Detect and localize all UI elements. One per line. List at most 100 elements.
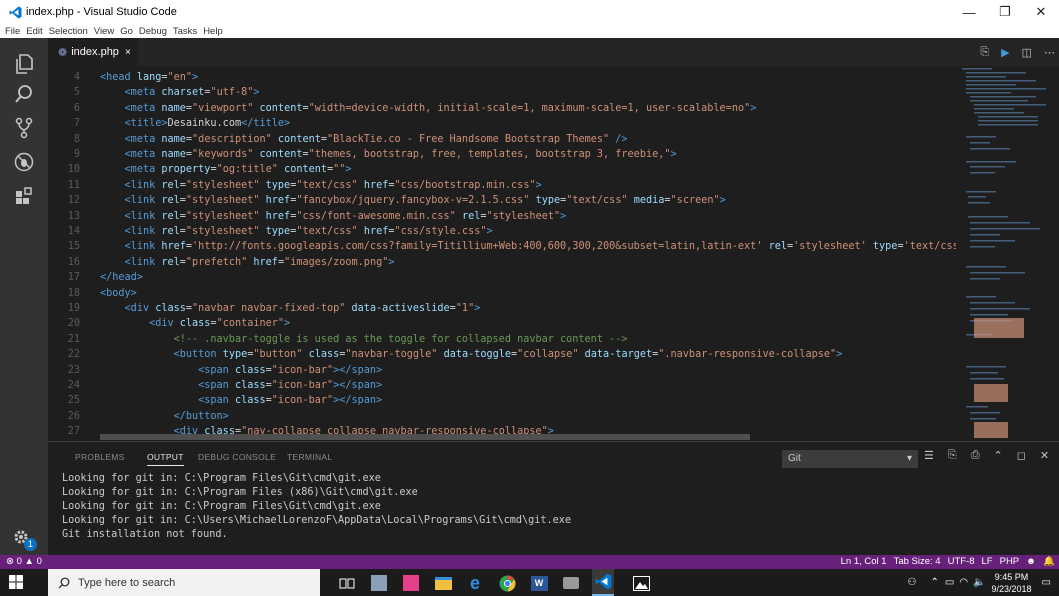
clock[interactable]: 9:45 PM 9/23/2018 xyxy=(992,571,1032,595)
windows-start-icon[interactable] xyxy=(8,574,26,592)
code-line[interactable]: 15 <link href='http://fonts.googleapis.c… xyxy=(48,239,956,254)
debug-icon[interactable] xyxy=(12,150,36,174)
code-line[interactable]: 7 <title>Desainku.com</title> xyxy=(48,116,956,131)
minimap[interactable] xyxy=(958,66,1048,441)
code-line[interactable]: 10 <meta property="og:title" content=""> xyxy=(48,162,956,177)
code-line[interactable]: 11 <link rel="stylesheet" type="text/css… xyxy=(48,178,956,193)
code-line[interactable]: 26 </button> xyxy=(48,409,956,424)
code-line[interactable]: 24 <span class="icon-bar"></span> xyxy=(48,378,956,393)
menu-help[interactable]: Help xyxy=(203,26,223,37)
open-changes-icon[interactable]: ⎘ xyxy=(980,46,989,59)
tab-output[interactable]: OUTPUT xyxy=(147,452,184,466)
code-text: </button> xyxy=(173,410,229,422)
window-title: index.php - Visual Studio Code xyxy=(26,6,177,18)
menu-view[interactable]: View xyxy=(94,26,114,37)
split-editor-icon[interactable]: ◫ xyxy=(1022,46,1032,59)
show-hidden-icons[interactable]: ⌃ xyxy=(930,577,938,588)
tab-size[interactable]: Tab Size: 4 xyxy=(894,556,941,567)
code-line[interactable]: 5 <meta charset="utf-8"> xyxy=(48,85,956,100)
output-channel-select[interactable]: Git ▾ xyxy=(782,450,918,468)
code-line[interactable]: 17 </head> xyxy=(48,270,956,285)
search-icon[interactable] xyxy=(12,82,36,106)
code-line[interactable]: 8 <meta name="description" content="Blac… xyxy=(48,132,956,147)
lock-scroll-icon[interactable]: ⎘ xyxy=(948,449,957,462)
line-number: 23 xyxy=(67,364,80,376)
menu-tasks[interactable]: Tasks xyxy=(173,26,197,37)
line-number: 27 xyxy=(67,426,80,438)
close-panel-icon[interactable]: ✕ xyxy=(1040,449,1049,462)
preview-icon[interactable]: ▶ xyxy=(1001,46,1009,59)
maximize-panel-icon[interactable]: ⌃ xyxy=(994,449,1003,462)
battery-icon[interactable]: ▭ xyxy=(945,577,954,588)
more-actions-icon[interactable]: ⋯ xyxy=(1044,46,1055,59)
code-line[interactable]: 9 <meta name="keywords" content="themes,… xyxy=(48,147,956,162)
language-mode[interactable]: PHP xyxy=(1000,556,1020,567)
open-log-icon[interactable]: ⎙ xyxy=(971,449,980,462)
menu-go[interactable]: Go xyxy=(120,26,133,37)
source-control-icon[interactable] xyxy=(12,116,36,140)
menu-selection[interactable]: Selection xyxy=(49,26,88,37)
extensions-icon[interactable] xyxy=(12,184,36,208)
close-window-button[interactable]: ✕ xyxy=(1023,0,1059,24)
code-text: <!-- .navbar-toggle is used as the toggl… xyxy=(173,333,628,345)
code-line[interactable]: 18 <body> xyxy=(48,286,956,301)
taskbar-search[interactable]: Type here to search xyxy=(48,569,320,596)
line-number: 26 xyxy=(67,410,80,422)
tab-index-php[interactable]: ❁ index.php × xyxy=(48,38,138,66)
code-line[interactable]: 14 <link rel="stylesheet" type="text/css… xyxy=(48,224,956,239)
menu-file[interactable]: File xyxy=(5,26,20,37)
line-number: 4 xyxy=(73,72,80,83)
code-text: <button type="button" class="navbar-togg… xyxy=(173,349,843,361)
menu-debug[interactable]: Debug xyxy=(139,26,167,37)
code-line[interactable]: 21 <!-- .navbar-toggle is used as the to… xyxy=(48,332,956,347)
vscode-taskbar-icon[interactable] xyxy=(592,569,614,596)
code-line[interactable]: 22 <button type="button" class="navbar-t… xyxy=(48,347,956,362)
action-center-icon[interactable]: ▭ xyxy=(1042,577,1051,588)
edge-icon[interactable]: e xyxy=(464,572,486,594)
word-icon[interactable]: W xyxy=(528,572,550,594)
people-icon[interactable]: ⚇ xyxy=(908,577,917,588)
tab-debug-console[interactable]: DEBUG CONSOLE xyxy=(198,452,276,462)
output-line: Looking for git in: C:\Program Files\Git… xyxy=(62,473,381,484)
volume-icon[interactable]: 🔈 xyxy=(973,577,985,588)
horizontal-scrollbar[interactable] xyxy=(100,434,750,440)
minimize-button[interactable]: — xyxy=(951,0,987,24)
code-line[interactable]: 12 <link rel="stylesheet" href="fancybox… xyxy=(48,193,956,208)
app-icon-1[interactable] xyxy=(368,572,390,594)
files-icon[interactable] xyxy=(12,52,36,76)
encoding[interactable]: UTF-8 xyxy=(948,556,975,567)
code-line[interactable]: 19 <div class="navbar navbar-fixed-top" … xyxy=(48,301,956,316)
restore-panel-icon[interactable]: ◻ xyxy=(1017,449,1026,462)
wifi-icon[interactable]: ◠ xyxy=(959,577,968,588)
app-icon-3[interactable] xyxy=(560,572,582,594)
menu-edit[interactable]: Edit xyxy=(26,26,42,37)
code-line[interactable]: 25 <span class="icon-bar"></span> xyxy=(48,393,956,408)
code-editor[interactable]: 4 <head lang="en"> 5 <meta charset="utf-8"… xyxy=(48,66,1059,441)
file-explorer-icon[interactable] xyxy=(432,572,454,594)
tab-terminal[interactable]: TERMINAL xyxy=(287,452,332,462)
restore-button[interactable]: ❐ xyxy=(987,0,1023,24)
code-line[interactable]: 4 <head lang="en"> xyxy=(48,70,956,85)
windows-taskbar: Type here to search e W ⚇ ⌃ ▭ ◠ 🔈 9:45 P… xyxy=(0,569,1059,596)
problems-status[interactable]: ⊗ 0 ▲ 0 xyxy=(6,556,42,567)
code-line[interactable]: 20 <div class="container"> xyxy=(48,316,956,331)
clear-output-icon[interactable]: ☰ xyxy=(924,449,934,462)
tab-problems[interactable]: PROBLEMS xyxy=(75,452,125,462)
code-text: <link rel="prefetch" href="images/zoom.p… xyxy=(124,256,395,268)
line-ending[interactable]: LF xyxy=(982,556,993,567)
code-line[interactable]: 6 <meta name="viewport" content="width=d… xyxy=(48,101,956,116)
notification-bell-icon[interactable]: 🔔 xyxy=(1043,556,1055,567)
cursor-position[interactable]: Ln 1, Col 1 xyxy=(841,556,887,567)
line-number: 16 xyxy=(67,256,80,268)
chrome-icon[interactable] xyxy=(496,572,518,594)
code-line[interactable]: 16 <link rel="prefetch" href="images/zoo… xyxy=(48,255,956,270)
code-line[interactable]: 13 <link rel="stylesheet" href="css/font… xyxy=(48,209,956,224)
manage-gear-icon[interactable]: 1 xyxy=(12,528,38,552)
code-text: <meta name="description" content="BlackT… xyxy=(124,133,628,145)
feedback-smiley-icon[interactable]: ☻ xyxy=(1026,556,1036,567)
tab-close-icon[interactable]: × xyxy=(125,47,131,58)
task-view-icon[interactable] xyxy=(336,572,358,594)
code-line[interactable]: 23 <span class="icon-bar"></span> xyxy=(48,363,956,378)
app-icon-2[interactable] xyxy=(400,572,422,594)
photos-icon[interactable] xyxy=(630,572,652,594)
